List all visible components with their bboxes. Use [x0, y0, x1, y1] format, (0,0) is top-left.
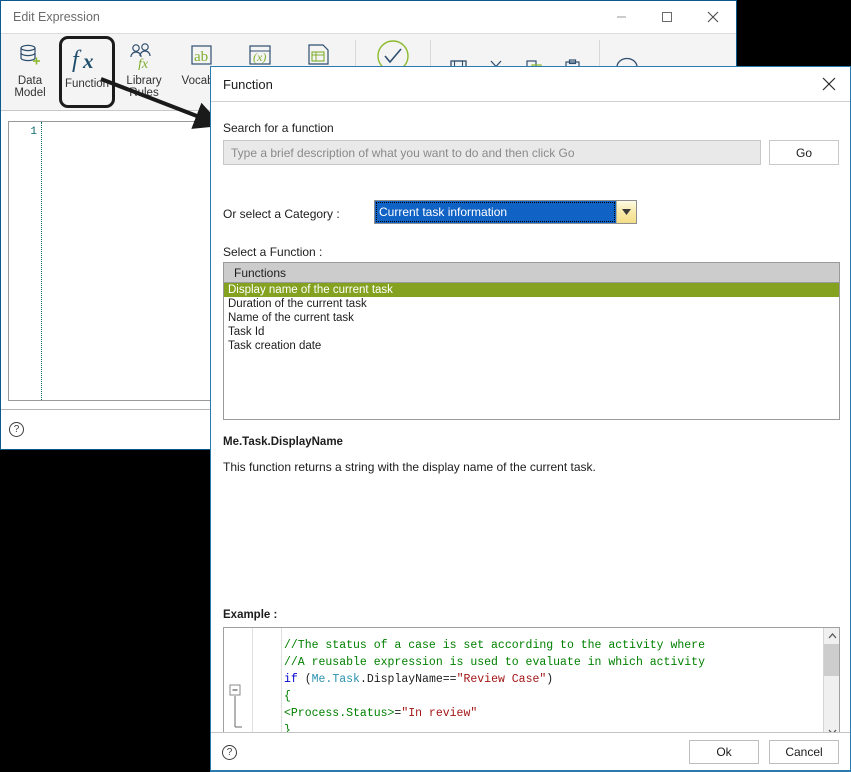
close-icon[interactable]: [808, 68, 850, 101]
list-item[interactable]: Name of the current task: [224, 311, 839, 325]
select-function-label: Select a Function :: [223, 245, 323, 259]
maximize-icon[interactable]: [644, 1, 690, 32]
window-titlebar: Edit Expression: [1, 1, 736, 33]
code-token: .DisplayName==: [359, 673, 457, 686]
fx-icon: f x: [70, 42, 104, 76]
editor-line-number: 1: [30, 126, 37, 138]
search-row: Go: [223, 140, 839, 165]
example-code-box[interactable]: //The status of a case is set according …: [223, 627, 840, 733]
window-controls: [598, 1, 736, 33]
list-item[interactable]: Task Id: [224, 325, 839, 339]
code-content: //The status of a case is set according …: [284, 637, 822, 733]
function-signature: Me.Task.DisplayName: [223, 436, 343, 448]
chevron-up-icon[interactable]: [824, 628, 839, 644]
category-selected-value: Current task information: [375, 201, 616, 223]
code-token: Me.Task: [311, 673, 360, 686]
category-dropdown[interactable]: Current task information: [374, 200, 637, 224]
code-margin-line: [281, 628, 282, 733]
list-item[interactable]: Display name of the current task: [224, 283, 839, 297]
code-token: "In review": [401, 707, 478, 720]
list-item[interactable]: Task creation date: [224, 339, 839, 353]
svg-text:f: f: [72, 47, 82, 73]
svg-text:x: x: [82, 49, 94, 73]
library-rules-icon: fx: [129, 39, 159, 73]
dialog-body: Search for a function Go Or select a Cat…: [211, 102, 850, 733]
chevron-down-icon[interactable]: [616, 201, 636, 223]
dialog-footer: ? Ok Cancel: [211, 732, 850, 771]
cancel-button[interactable]: Cancel: [769, 740, 839, 764]
toolbar-label-line2: Rules: [129, 87, 159, 99]
code-vertical-scrollbar[interactable]: [823, 628, 839, 733]
code-token: <Process.Status>: [284, 707, 395, 720]
toolbar-label-line1: Data: [17, 75, 43, 87]
list-item[interactable]: Duration of the current task: [224, 297, 839, 311]
dialog-titlebar: Function: [211, 67, 850, 102]
go-button[interactable]: Go: [769, 140, 839, 165]
minimize-icon[interactable]: [598, 1, 644, 32]
search-input[interactable]: [223, 140, 761, 165]
scrollbar-thumb[interactable]: [824, 644, 839, 676]
function-dialog: Function Search for a function Go Or sel…: [210, 66, 851, 772]
function-list[interactable]: Functions Display name of the current ta…: [223, 262, 840, 420]
code-line: {: [284, 688, 822, 705]
category-label: Or select a Category :: [223, 207, 340, 221]
code-line: //A reusable expression is used to evalu…: [284, 654, 822, 671]
window-title: Edit Expression: [13, 10, 100, 24]
code-line: if (Me.Task.DisplayName=="Review Case"): [284, 671, 822, 688]
example-label: Example :: [223, 609, 278, 621]
code-token: (: [304, 673, 312, 686]
toolbar-label-line1: Function: [64, 78, 110, 90]
toolbar-label-line1: Library: [126, 75, 162, 87]
ok-button[interactable]: Ok: [689, 740, 759, 764]
code-fold-column: [224, 628, 252, 733]
code-token: if: [284, 673, 305, 686]
toolbar-item-data-model[interactable]: Data Model: [1, 36, 59, 108]
close-icon[interactable]: [690, 1, 736, 32]
code-line: //The status of a case is set according …: [284, 637, 822, 654]
code-line: <Process.Status>="In review": [284, 705, 822, 722]
toolbar-label: Function: [56, 78, 118, 90]
svg-text:fx: fx: [138, 57, 149, 70]
toolbar-label-line2: Model: [14, 87, 46, 99]
code-token: ): [546, 673, 554, 686]
help-circle-icon[interactable]: ?: [222, 744, 237, 760]
toolbar-item-function[interactable]: f x Function: [59, 36, 115, 108]
function-list-header: Functions: [224, 263, 839, 283]
toolbar-item-library-rules[interactable]: fx Library Rules: [115, 36, 173, 108]
search-label: Search for a function: [223, 121, 334, 135]
code-margin-line: [252, 628, 253, 733]
toolbar-label: Data Model: [0, 75, 61, 99]
svg-text:(x): (x): [253, 50, 266, 64]
function-description: This function returns a string with the …: [223, 460, 596, 474]
code-token: //The status of a case is set according …: [284, 639, 705, 652]
toolbar-label: Library Rules: [113, 75, 175, 99]
dialog-title: Function: [223, 76, 273, 92]
help-circle-icon[interactable]: ?: [9, 422, 24, 437]
code-token: {: [284, 690, 291, 703]
svg-text:ab: ab: [194, 49, 208, 65]
code-token: "Review Case": [456, 673, 547, 686]
editor-gutter: 1: [9, 122, 42, 400]
database-add-icon: [16, 39, 44, 73]
code-token: //A reusable expression is used to evalu…: [284, 656, 705, 669]
